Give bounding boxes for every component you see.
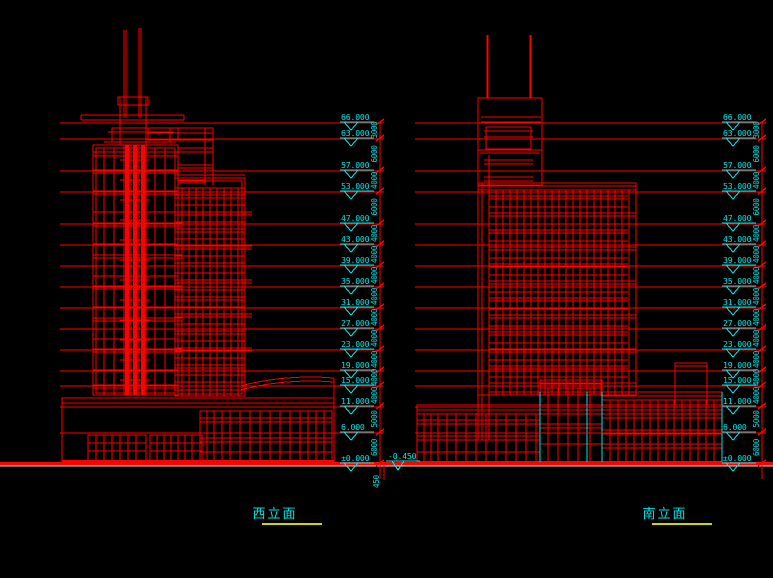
- level-label: 39.000: [341, 255, 370, 265]
- level-label: 15.000: [723, 375, 752, 385]
- dimension-value: 4000: [752, 368, 761, 386]
- level-label: 43.000: [341, 234, 370, 244]
- dimension-value: 4000: [370, 308, 379, 326]
- level-label: 53.000: [341, 181, 370, 191]
- dimension-value: 4000: [752, 266, 761, 284]
- level-label: 63.000: [723, 128, 752, 138]
- dimension-value: 4000: [752, 308, 761, 326]
- level-label: 27.000: [341, 318, 370, 328]
- level-label: 57.000: [723, 160, 752, 170]
- offset-level-label: -0.450: [388, 451, 417, 461]
- level-label: 23.000: [341, 339, 370, 349]
- level-label: ±0.000: [341, 453, 370, 463]
- level-label: 57.000: [341, 160, 370, 170]
- dimension-value: 4000: [370, 368, 379, 386]
- level-label: 66.000: [723, 112, 752, 122]
- level-label: 11.000: [723, 396, 752, 406]
- level-label: 66.000: [341, 112, 370, 122]
- level-label: 53.000: [723, 181, 752, 191]
- dimension-value: 5000: [752, 410, 761, 428]
- dimension-value: 4000: [370, 287, 379, 305]
- dimension-value: 3000: [752, 121, 761, 139]
- dimension-value: 6000: [370, 145, 379, 163]
- dimension-value: 4000: [370, 386, 379, 404]
- level-label: 63.000: [341, 128, 370, 138]
- level-label: 27.000: [723, 318, 752, 328]
- level-label: 11.000: [341, 396, 370, 406]
- dimension-value: 4000: [370, 171, 379, 189]
- level-label: 47.000: [723, 213, 752, 223]
- level-label: 39.000: [723, 255, 752, 265]
- dimension-value: 4000: [370, 329, 379, 347]
- dimension-value: 4000: [752, 245, 761, 263]
- offset-dimension-value: 450: [372, 474, 381, 488]
- dimension-value: 4000: [752, 329, 761, 347]
- dimension-value: 5000: [370, 410, 379, 428]
- level-label: 35.000: [341, 276, 370, 286]
- dimension-value: 4000: [752, 350, 761, 368]
- dimension-value: 6000: [752, 145, 761, 163]
- level-label: 31.000: [341, 297, 370, 307]
- dimension-value: 4000: [370, 224, 379, 242]
- west-elevation-title: 西立面: [252, 507, 297, 522]
- level-label: 15.000: [341, 375, 370, 385]
- cad-canvas: 66.000 63.000 57.000 53.000 47.000 43.000 39.0…: [0, 0, 773, 578]
- level-label: 19.000: [723, 360, 752, 370]
- dimension-value: 4000: [752, 386, 761, 404]
- dimension-value: 4000: [370, 245, 379, 263]
- level-label: 35.000: [723, 276, 752, 286]
- dimension-value: 6000: [752, 438, 761, 456]
- dimension-value: 6000: [370, 198, 379, 216]
- dimension-value: 6000: [370, 438, 379, 456]
- dimension-value: 4000: [370, 350, 379, 368]
- level-label: 43.000: [723, 234, 752, 244]
- dimension-value: 6000: [752, 198, 761, 216]
- dimension-value: 4000: [752, 224, 761, 242]
- level-label: ±0.000: [723, 453, 752, 463]
- dimension-value: 4000: [752, 171, 761, 189]
- dimension-value: 3000: [370, 121, 379, 139]
- level-label: 6.000: [723, 422, 747, 432]
- level-label: 6.000: [341, 422, 365, 432]
- dimension-value: 4000: [370, 266, 379, 284]
- level-label: 31.000: [723, 297, 752, 307]
- south-elevation-title: 南立面: [642, 506, 687, 522]
- dimension-value: 4000: [752, 287, 761, 305]
- level-label: 47.000: [341, 213, 370, 223]
- elevation-drawing-svg: 66.000 63.000 57.000 53.000 47.000 43.000 39.0…: [0, 0, 773, 578]
- level-label: 23.000: [723, 339, 752, 349]
- level-label: 19.000: [341, 360, 370, 370]
